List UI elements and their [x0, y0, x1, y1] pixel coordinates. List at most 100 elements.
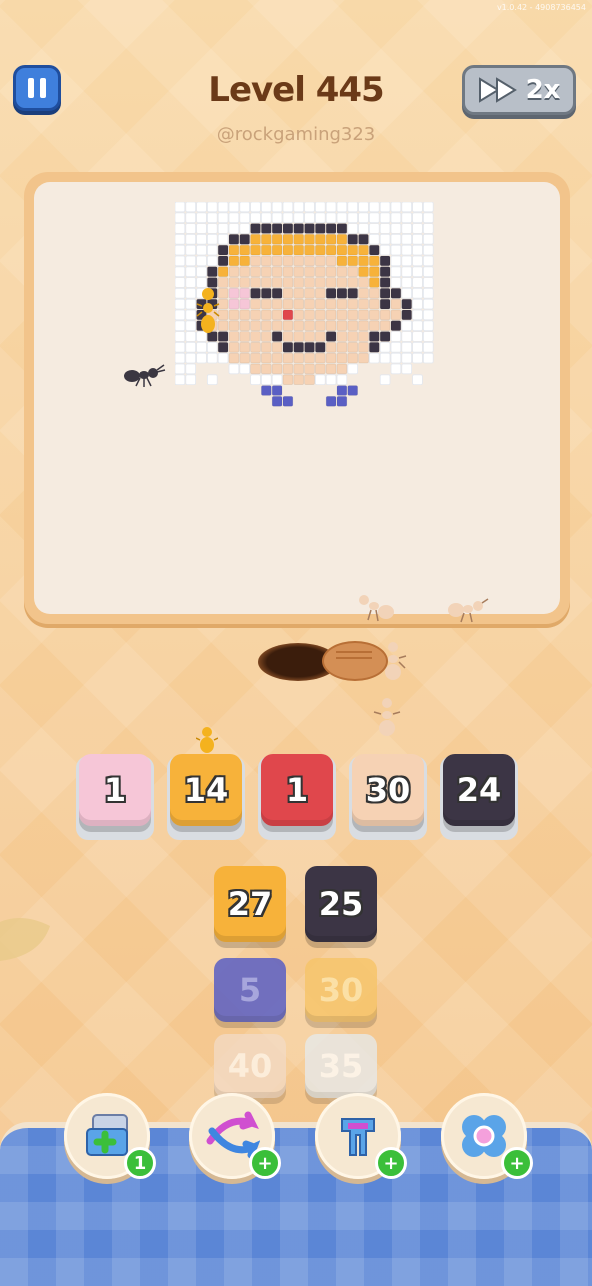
- slot-tile-4[interactable]: 30: [352, 754, 424, 826]
- pixel-cell: [196, 234, 207, 245]
- pixel-cell: [261, 223, 272, 234]
- pixel-cell: [379, 244, 391, 256]
- tile-count: 30: [365, 771, 411, 809]
- pixel-cell: [293, 298, 305, 310]
- pixel-cell: [379, 288, 391, 299]
- pixel-cell: [196, 212, 207, 224]
- pixel-cell: [336, 374, 348, 386]
- pixel-cell: [347, 212, 359, 224]
- pixel-cell: [358, 320, 369, 332]
- pixel-cell: [412, 352, 423, 364]
- pixel-cell: [325, 255, 337, 267]
- pixel-cell: [336, 277, 348, 288]
- pixel-cell: [379, 234, 391, 245]
- pixel-cell: [336, 298, 348, 310]
- pixel-cell: [390, 352, 402, 364]
- pixel-cell: [336, 288, 348, 299]
- pixel-cell: [304, 244, 315, 256]
- pixel-cell: [325, 363, 337, 375]
- pixel-cell: [250, 212, 261, 224]
- pixel-cell: [228, 244, 240, 256]
- pixel-cell: [379, 341, 391, 353]
- pixel-cell: [271, 374, 283, 386]
- add-slot-powerup[interactable]: 1: [64, 1093, 156, 1179]
- pixel-cell: [261, 288, 272, 299]
- pixel-cell: [325, 395, 337, 407]
- pixel-cell: [282, 255, 294, 267]
- pixel-cell: [282, 374, 294, 386]
- tile-count: 24: [456, 771, 502, 809]
- pixel-cell: [196, 202, 207, 213]
- pixel-cell: [390, 288, 402, 299]
- pixel-cell: [228, 202, 240, 213]
- pixel-cell: [239, 288, 251, 299]
- pixel-cell: [228, 277, 240, 288]
- slot-tile-2[interactable]: 14: [170, 754, 242, 826]
- queue-tile-2[interactable]: 25: [305, 866, 377, 942]
- pixel-cell: [390, 363, 402, 375]
- pixel-cell: [282, 202, 294, 213]
- pixel-cell: [228, 223, 240, 234]
- pixel-cell: [282, 331, 294, 342]
- shuffle-powerup[interactable]: +: [189, 1093, 281, 1179]
- pixel-cell: [422, 234, 434, 245]
- pixel-cell: [412, 341, 423, 353]
- pixel-cell: [196, 244, 207, 256]
- pixel-cell: [401, 309, 413, 321]
- pixel-cell: [250, 320, 261, 332]
- pixel-cell: [271, 244, 283, 256]
- pixel-cell: [293, 288, 305, 299]
- pixel-cell: [390, 320, 402, 332]
- slot-tile-5[interactable]: 24: [443, 754, 515, 826]
- pixel-cell: [304, 277, 315, 288]
- speed-button[interactable]: 2x: [462, 65, 576, 115]
- pixel-cell: [207, 202, 218, 213]
- pixel-cell: [401, 212, 413, 224]
- pixel-cell: [271, 331, 283, 342]
- flower-powerup[interactable]: +: [441, 1093, 533, 1179]
- pixel-cell: [175, 223, 186, 234]
- pixel-cell: [422, 266, 434, 278]
- pixel-cell: [250, 255, 261, 267]
- pixel-cell: [401, 298, 413, 310]
- pixel-cell: [358, 298, 369, 310]
- pixel-cell: [412, 277, 423, 288]
- pixel-cell: [185, 277, 197, 288]
- magnet-powerup[interactable]: +: [315, 1093, 407, 1179]
- pixel-cell: [358, 223, 369, 234]
- queue-tile-1[interactable]: 27: [214, 866, 286, 942]
- pixel-cell: [304, 374, 315, 386]
- pixel-cell: [228, 331, 240, 342]
- pixel-cell: [412, 374, 423, 386]
- pixel-cell: [379, 266, 391, 278]
- pixel-cell: [304, 288, 315, 299]
- pixel-cell: [239, 244, 251, 256]
- pixel-cell: [401, 244, 413, 256]
- pixel-cell: [368, 331, 380, 342]
- powerup-add-badge: +: [249, 1147, 281, 1179]
- pixel-cell: [185, 244, 197, 256]
- pixel-cell: [379, 352, 391, 364]
- pixel-cell: [185, 320, 197, 332]
- pixel-cell: [175, 363, 186, 375]
- pixel-cell: [239, 255, 251, 267]
- pixel-cell: [347, 341, 359, 353]
- pixel-cell: [250, 288, 261, 299]
- speed-label: 2x: [525, 75, 561, 105]
- pixel-cell: [368, 298, 380, 310]
- pixel-cell: [217, 202, 229, 213]
- pixel-cell: [271, 212, 283, 224]
- pixel-cell: [293, 234, 305, 245]
- pixel-cell: [207, 341, 218, 353]
- pixel-cell: [314, 298, 326, 310]
- pixel-cell: [401, 288, 413, 299]
- tile-count: 27: [227, 885, 273, 923]
- pixel-cell: [401, 320, 413, 332]
- pixel-cell: [293, 341, 305, 353]
- pixel-cell: [271, 202, 283, 213]
- slot-tile-3[interactable]: 1: [261, 754, 333, 826]
- slot-tile-1[interactable]: 1: [79, 754, 151, 826]
- pixel-cell: [347, 385, 359, 396]
- ant-yellow-icon: [196, 288, 220, 333]
- pixel-cell: [261, 320, 272, 332]
